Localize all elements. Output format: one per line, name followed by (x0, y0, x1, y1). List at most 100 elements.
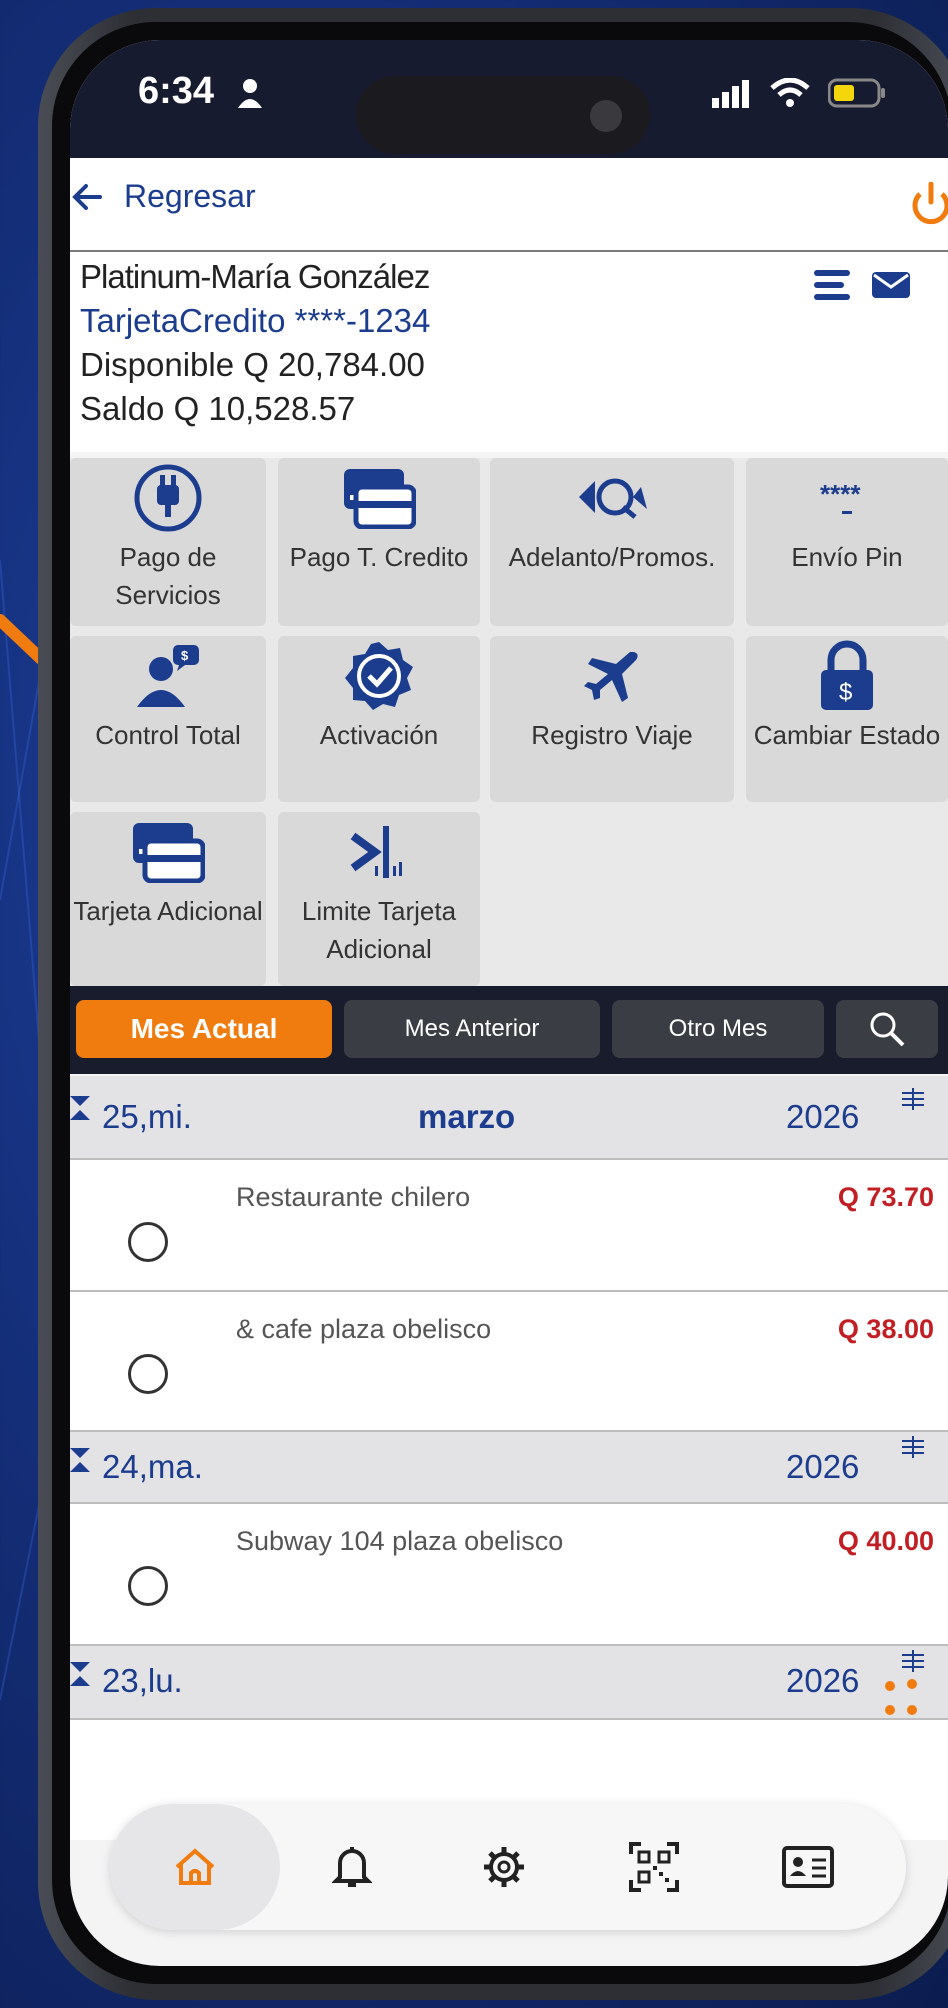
action-pago-servicios[interactable]: Pago de Servicios (70, 458, 266, 626)
collapse-icon (70, 1662, 90, 1686)
day-label: 24,ma. (102, 1448, 203, 1485)
svg-text:$: $ (181, 648, 189, 663)
wifi-icon (770, 78, 810, 107)
pin-icon: **** (820, 479, 861, 514)
action-adelanto-promos[interactable]: Adelanto/Promos. (490, 458, 734, 626)
battery-icon (828, 78, 885, 108)
tab-mes-actual[interactable]: Mes Actual (76, 1000, 332, 1058)
drag-handle-icon[interactable] (902, 1650, 924, 1672)
card-type: TarjetaCredito (80, 302, 286, 339)
home-icon (175, 1848, 215, 1885)
action-label: Pago de Servicios (115, 542, 221, 610)
action-label: Adelanto/Promos. (508, 542, 716, 572)
nav-contact-card[interactable] (748, 1804, 868, 1930)
gear-icon (484, 1847, 524, 1887)
id-card-icon (782, 1846, 834, 1888)
month-tabs: Mes Actual Mes Anterior Otro Mes (70, 986, 948, 1074)
day-label: 25,mi. (102, 1098, 192, 1135)
transaction-description: Subway 104 plaza obelisco (236, 1526, 564, 1556)
day-header-24[interactable]: 24,ma. 2026 (70, 1432, 948, 1504)
verified-badge-icon (345, 642, 413, 710)
day-label: 23,lu. (102, 1662, 183, 1699)
status-bar: 6:34 (70, 40, 948, 158)
mail-icon[interactable] (872, 272, 910, 298)
collapse-icon (70, 1096, 90, 1120)
current-balance: Saldo Q 10,528.57 (80, 390, 356, 427)
nav-qr[interactable] (594, 1804, 714, 1930)
plug-icon (134, 464, 202, 532)
day-header-25[interactable]: 25,mi. marzo 2026 (70, 1076, 948, 1160)
user-control-icon: $ (137, 645, 199, 707)
available-balance: Disponible Q 20,784.00 (80, 346, 425, 383)
action-label: Limite Tarjeta Adicional (301, 896, 457, 964)
status-time: 6:34 (138, 70, 215, 112)
action-cambiar-estado[interactable]: $ Cambiar Estado (746, 636, 948, 802)
action-label: Tarjeta Adicional (73, 896, 263, 926)
year-label: 2026 (786, 1098, 860, 1135)
nav-settings[interactable] (444, 1804, 564, 1930)
action-control-total[interactable]: $ Control Total (70, 636, 266, 802)
qr-code-icon (629, 1842, 679, 1892)
day-header-23[interactable]: 23,lu. 2026 (70, 1646, 948, 1720)
camera-icon (590, 100, 622, 132)
nav-notifications[interactable] (292, 1804, 412, 1930)
search-icon (870, 1012, 905, 1047)
action-tarjeta-adicional[interactable]: Tarjeta Adicional (70, 812, 266, 986)
transaction-amount: Q 38.00 (837, 1314, 934, 1344)
account-name: Platinum-María González (80, 258, 430, 295)
back-button[interactable]: Regresar (70, 178, 256, 215)
collapse-icon (70, 1448, 90, 1472)
year-label: 2026 (786, 1662, 860, 1699)
action-limite-tarjeta-adicional[interactable]: Limite Tarjeta Adicional (278, 812, 480, 986)
action-label: Cambiar Estado (753, 720, 941, 750)
search-button[interactable] (836, 1000, 938, 1058)
action-label: Pago T. Credito (289, 542, 469, 572)
action-pago-credito[interactable]: Pago T. Credito (278, 458, 480, 626)
limit-icon (350, 826, 402, 878)
action-label: Activación (319, 720, 439, 750)
lock-icon: $ (821, 640, 873, 710)
header-bar: Regresar (70, 158, 948, 252)
action-activacion[interactable]: Activación (278, 636, 480, 802)
transaction-amount: Q 40.00 (837, 1526, 934, 1556)
select-radio[interactable] (128, 1566, 168, 1606)
more-dots-icon[interactable] (882, 1676, 926, 1720)
signal-icon (712, 80, 749, 108)
svg-text:$: $ (839, 679, 852, 706)
action-label: Registro Viaje (531, 720, 693, 750)
year-label: 2026 (786, 1448, 860, 1485)
airplane-icon (584, 652, 638, 702)
actions-grid: Pago de Servicios Pago T. Credito Adelan… (70, 458, 948, 986)
month-label: marzo (418, 1098, 516, 1135)
nav-home[interactable] (110, 1804, 280, 1930)
power-icon[interactable] (912, 182, 948, 226)
select-radio[interactable] (128, 1222, 168, 1262)
arrow-left-icon (72, 183, 102, 210)
select-radio[interactable] (128, 1354, 168, 1394)
action-label: Envío Pin (791, 542, 903, 572)
transaction-row[interactable]: Restaurante chilero Q 73.70 (70, 1160, 948, 1292)
drag-handle-icon[interactable] (902, 1436, 924, 1458)
transaction-row[interactable]: Subway 104 plaza obelisco Q 40.00 (70, 1504, 948, 1646)
transaction-row[interactable]: & cafe plaza obelisco Q 38.00 (70, 1292, 948, 1432)
dynamic-island (356, 76, 650, 154)
cash-advance-icon (579, 478, 647, 519)
card-info: TarjetaCredito ****-1234 (80, 302, 430, 340)
tab-otro-mes[interactable]: Otro Mes (612, 1000, 824, 1058)
transaction-amount: Q 73.70 (837, 1182, 934, 1212)
tab-mes-anterior[interactable]: Mes Anterior (344, 1000, 600, 1058)
action-label: Control Total (95, 720, 241, 750)
drag-handle-icon[interactable] (902, 1088, 924, 1110)
credit-card-icon (344, 469, 416, 529)
bell-icon (332, 1847, 372, 1887)
action-envio-pin[interactable]: **** Envío Pin (746, 458, 948, 626)
account-summary: Platinum-María González TarjetaCredito *… (70, 252, 948, 452)
cards-icon (133, 823, 205, 883)
svg-text:****: **** (820, 479, 861, 509)
phone-screen: 6:34 Regresar Platinum-María González Ta… (70, 40, 948, 1966)
transaction-description: & cafe plaza obelisco (236, 1314, 492, 1344)
user-icon (238, 79, 262, 108)
bottom-nav (110, 1804, 906, 1930)
action-registro-viaje[interactable]: Registro Viaje (490, 636, 734, 802)
menu-icon[interactable] (814, 270, 850, 300)
